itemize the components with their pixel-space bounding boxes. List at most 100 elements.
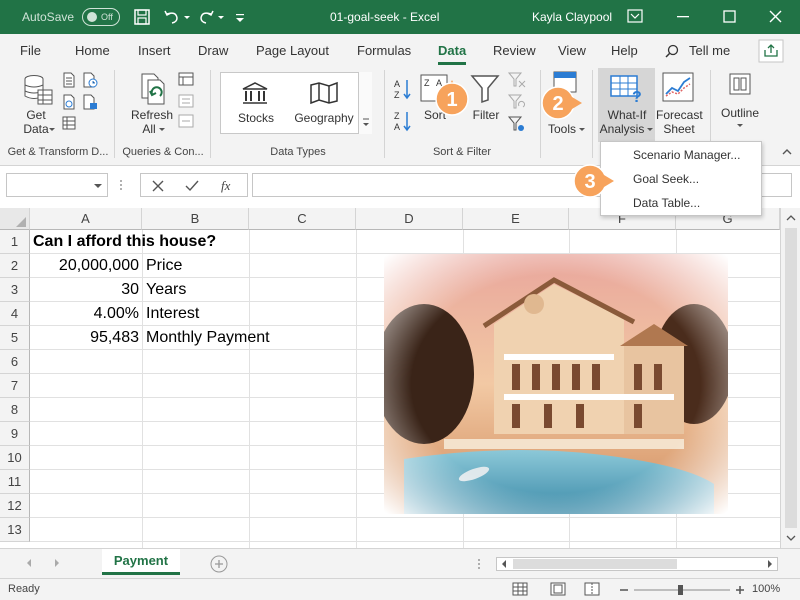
tab-data[interactable]: Data	[438, 43, 466, 58]
ribbon-display-icon[interactable]	[620, 0, 650, 34]
row-header-11[interactable]: 11	[0, 470, 30, 494]
zoom-level[interactable]: 100%	[752, 583, 780, 595]
row-header-3[interactable]: 3	[0, 278, 30, 302]
sort-az-icon[interactable]: A Z	[394, 78, 412, 100]
cell-a2[interactable]: 20,000,000	[30, 254, 139, 278]
sort-za-icon[interactable]: Z A	[394, 110, 412, 132]
stocks-icon[interactable]	[241, 81, 269, 105]
row-header-1[interactable]: 1	[0, 230, 30, 254]
forecast-sheet-icon[interactable]	[662, 72, 696, 104]
normal-view-icon[interactable]	[512, 582, 528, 596]
minimize-icon[interactable]	[660, 0, 706, 34]
share-icon[interactable]	[758, 39, 784, 63]
horizontal-scrollbar[interactable]	[496, 557, 778, 571]
reapply-icon[interactable]	[508, 94, 526, 110]
cell-b4[interactable]: Interest	[146, 302, 199, 326]
from-table-icon[interactable]	[62, 116, 76, 130]
prev-sheet-icon[interactable]	[24, 557, 34, 569]
tab-review[interactable]: Review	[493, 43, 536, 58]
redo-icon[interactable]	[196, 6, 216, 28]
geography-icon[interactable]	[309, 81, 339, 105]
close-icon[interactable]	[752, 0, 800, 34]
redo-dropdown-icon[interactable]	[216, 6, 226, 28]
recent-sources-icon[interactable]	[82, 72, 98, 88]
insert-function-icon[interactable]: fx	[221, 178, 230, 194]
row-header-7[interactable]: 7	[0, 374, 30, 398]
collapse-ribbon-icon[interactable]	[780, 146, 794, 158]
menu-item-data-table[interactable]: Data Table...	[633, 196, 700, 210]
scroll-thumb[interactable]	[785, 228, 797, 528]
data-types-scroll[interactable]	[358, 72, 372, 134]
refresh-label[interactable]: Refresh	[128, 108, 176, 122]
row-header-10[interactable]: 10	[0, 446, 30, 470]
customize-qat-icon[interactable]	[234, 6, 246, 28]
scroll-left-icon[interactable]	[499, 559, 509, 569]
select-all-corner[interactable]	[0, 208, 30, 230]
existing-connections-icon[interactable]	[82, 94, 98, 110]
properties-icon[interactable]	[178, 94, 194, 108]
chevron-down-icon[interactable]	[93, 182, 103, 190]
page-layout-view-icon[interactable]	[550, 582, 566, 596]
column-header-a[interactable]: A	[30, 208, 142, 230]
row-header-6[interactable]: 6	[0, 350, 30, 374]
edit-links-icon[interactable]	[178, 114, 194, 128]
search-icon[interactable]	[664, 43, 680, 59]
cancel-icon[interactable]	[151, 179, 165, 193]
tab-insert[interactable]: Insert	[138, 43, 171, 58]
what-if-label-2[interactable]: Analysis	[598, 122, 646, 136]
next-sheet-icon[interactable]	[52, 557, 62, 569]
row-header-2[interactable]: 2	[0, 254, 30, 278]
cell-a1[interactable]: Can I afford this house?	[33, 230, 216, 254]
scroll-down-icon[interactable]	[785, 532, 797, 544]
cell-b5[interactable]: Monthly Payment	[146, 326, 270, 350]
tab-formulas[interactable]: Formulas	[357, 43, 411, 58]
tab-page-layout[interactable]: Page Layout	[256, 43, 329, 58]
advanced-filter-icon[interactable]	[508, 116, 526, 132]
column-header-d[interactable]: D	[356, 208, 463, 230]
user-name[interactable]: Kayla Claypool	[532, 10, 612, 24]
what-if-analysis-icon[interactable]: ?	[610, 74, 644, 104]
menu-item-goal-seek[interactable]: Goal Seek...	[633, 172, 699, 186]
cell-a4[interactable]: 4.00%	[30, 302, 139, 326]
what-if-label[interactable]: What-If	[602, 108, 652, 122]
get-data-label[interactable]: Get	[24, 108, 48, 122]
from-web-icon[interactable]	[62, 94, 76, 110]
row-header-9[interactable]: 9	[0, 422, 30, 446]
outline-icon[interactable]	[728, 70, 752, 98]
undo-dropdown-icon[interactable]	[182, 6, 192, 28]
scroll-up-icon[interactable]	[785, 212, 797, 224]
column-header-b[interactable]: B	[142, 208, 249, 230]
refresh-all-icon[interactable]	[136, 72, 170, 106]
scroll-right-icon[interactable]	[765, 559, 775, 569]
from-text-icon[interactable]	[62, 72, 76, 88]
sheet-tab-payment[interactable]: Payment	[102, 549, 180, 575]
cell-a3[interactable]: 30	[30, 278, 139, 302]
cell-b3[interactable]: Years	[146, 278, 186, 302]
column-header-e[interactable]: E	[463, 208, 569, 230]
tab-file[interactable]: File	[20, 43, 41, 58]
tab-view[interactable]: View	[558, 43, 586, 58]
maximize-icon[interactable]	[706, 0, 752, 34]
column-header-c[interactable]: C	[249, 208, 356, 230]
row-header-12[interactable]: 12	[0, 494, 30, 518]
forecast-label[interactable]: Forecast	[656, 108, 703, 122]
cell-a5[interactable]: 95,483	[30, 326, 139, 350]
tab-home[interactable]: Home	[75, 43, 110, 58]
vertical-scrollbar[interactable]	[780, 208, 800, 548]
tab-help[interactable]: Help	[611, 43, 638, 58]
zoom-slider[interactable]	[618, 582, 746, 598]
house-picture[interactable]	[384, 254, 728, 514]
queries-connections-icon[interactable]	[178, 72, 194, 86]
name-box[interactable]	[6, 173, 108, 197]
forecast-label-2[interactable]: Sheet	[658, 122, 700, 136]
undo-icon[interactable]	[162, 6, 182, 28]
geography-label[interactable]: Geography	[289, 111, 359, 125]
row-header-8[interactable]: 8	[0, 398, 30, 422]
get-data-icon[interactable]	[20, 72, 54, 106]
row-header-5[interactable]: 5	[0, 326, 30, 350]
autosave-toggle[interactable]: Off	[82, 8, 120, 26]
tell-me[interactable]: Tell me	[689, 43, 730, 58]
add-sheet-icon[interactable]	[210, 555, 228, 573]
row-header-13[interactable]: 13	[0, 518, 30, 542]
clear-filter-icon[interactable]	[508, 72, 526, 88]
